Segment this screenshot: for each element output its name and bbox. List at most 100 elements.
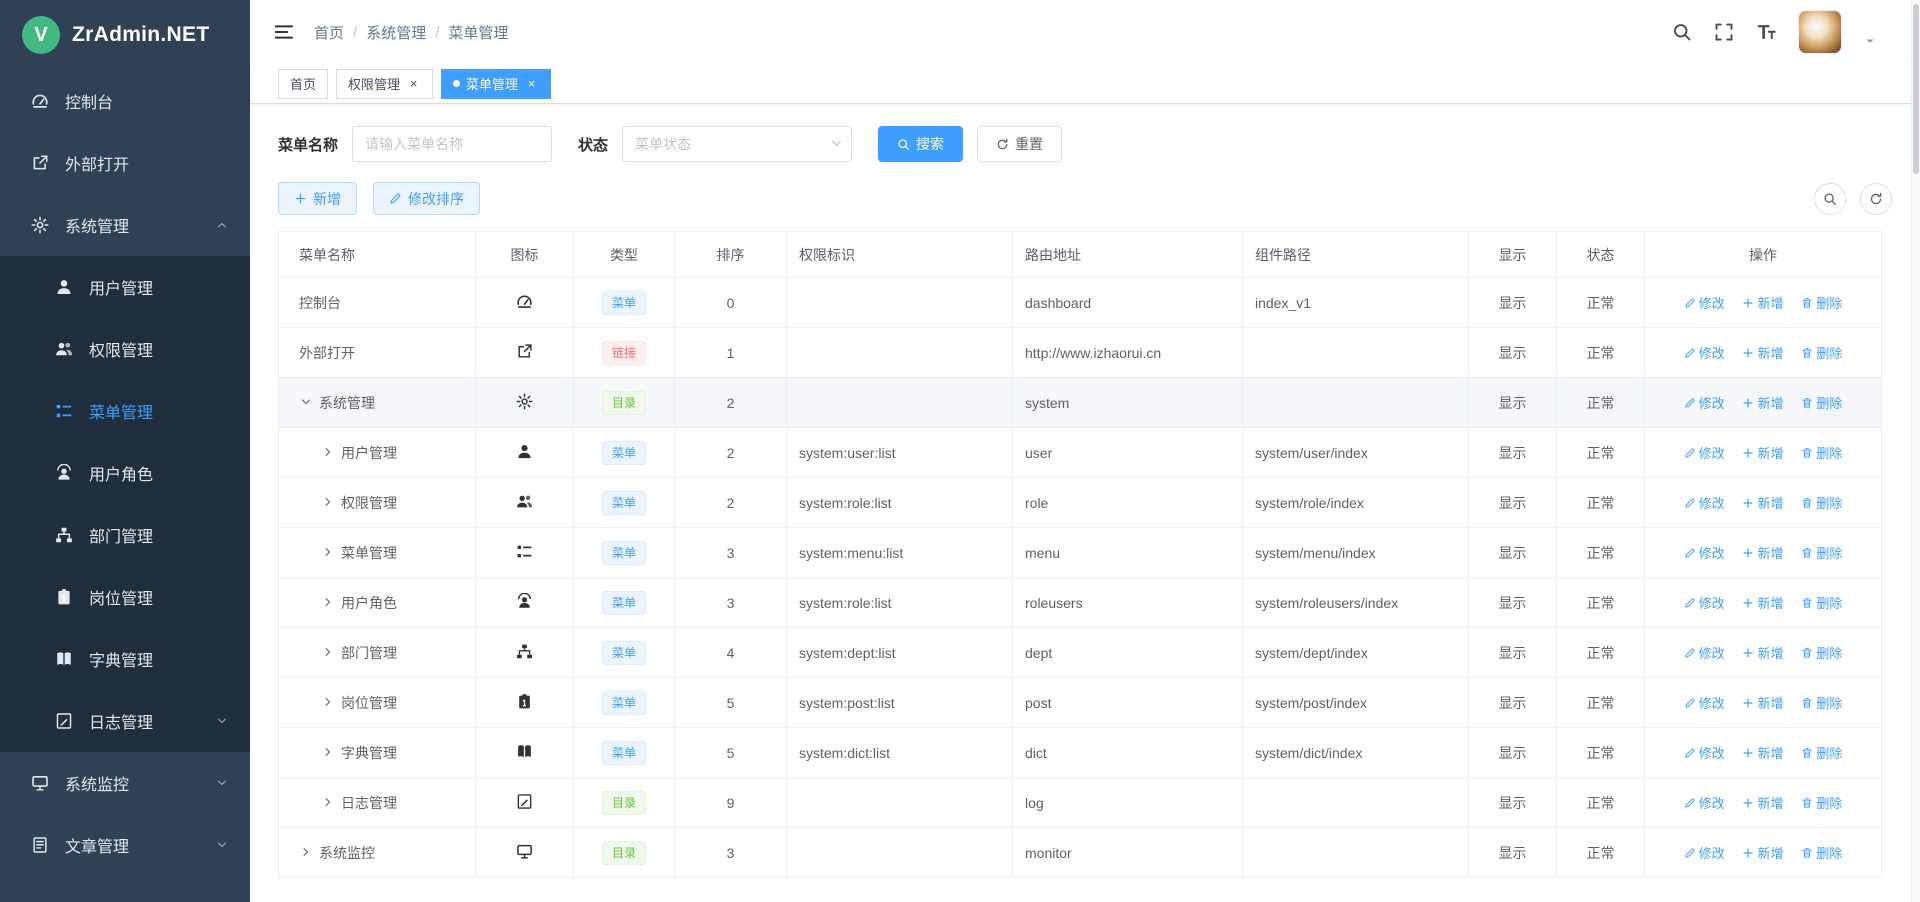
sidebar-item[interactable]: 控制台 — [0, 70, 250, 132]
delete-link[interactable]: 删除 — [1801, 343, 1842, 362]
sidebar-toggle-button[interactable] — [274, 22, 294, 42]
breadcrumb-item[interactable]: 菜单管理 — [448, 22, 508, 43]
user-avatar[interactable] — [1798, 10, 1842, 54]
tree-toggle-icon[interactable] — [299, 846, 313, 858]
component-value — [1243, 828, 1469, 878]
sidebar-item[interactable]: 岗位管理 — [0, 566, 250, 628]
add-button[interactable]: 新增 — [278, 182, 357, 215]
status-select-input[interactable] — [622, 126, 852, 162]
edit-link[interactable]: 修改 — [1684, 593, 1725, 612]
sidebar-item-label: 权限管理 — [89, 337, 153, 361]
sidebar-item[interactable]: 用户角色 — [0, 442, 250, 504]
add-link[interactable]: 新增 — [1742, 843, 1783, 862]
fullscreen-icon[interactable] — [1714, 22, 1734, 42]
delete-link[interactable]: 删除 — [1801, 543, 1842, 562]
delete-link[interactable]: 删除 — [1801, 593, 1842, 612]
sidebar-item[interactable]: 系统管理 — [0, 194, 250, 256]
scrollbar-thumb[interactable] — [1913, 4, 1919, 174]
add-link[interactable]: 新增 — [1742, 393, 1783, 412]
font-size-icon[interactable] — [1756, 22, 1776, 42]
route-value: monitor — [1013, 828, 1243, 878]
delete-link[interactable]: 删除 — [1801, 743, 1842, 762]
user-menu-caret-icon[interactable] — [1864, 35, 1876, 47]
add-link[interactable]: 新增 — [1742, 493, 1783, 512]
add-link[interactable]: 新增 — [1742, 793, 1783, 812]
show-search-button[interactable] — [1814, 183, 1846, 215]
edit-link[interactable]: 修改 — [1684, 543, 1725, 562]
breadcrumb-item[interactable]: 首页 — [314, 22, 344, 43]
tab[interactable]: 首页 — [278, 69, 328, 99]
add-link[interactable]: 新增 — [1742, 743, 1783, 762]
sidebar-item[interactable]: 部门管理 — [0, 504, 250, 566]
edit-link[interactable]: 修改 — [1684, 493, 1725, 512]
status-value: 正常 — [1557, 678, 1645, 728]
type-badge: 目录 — [602, 791, 646, 815]
add-link[interactable]: 新增 — [1742, 543, 1783, 562]
add-link[interactable]: 新增 — [1742, 693, 1783, 712]
delete-link[interactable]: 删除 — [1801, 693, 1842, 712]
delete-link[interactable]: 删除 — [1801, 643, 1842, 662]
delete-link[interactable]: 删除 — [1801, 793, 1842, 812]
status-select[interactable] — [622, 126, 852, 162]
tab[interactable]: 菜单管理 × — [441, 69, 551, 99]
sidebar-item[interactable]: 系统监控 — [0, 752, 250, 814]
row-actions: 修改 新增 删除 — [1645, 678, 1882, 728]
edit-link[interactable]: 修改 — [1684, 843, 1725, 862]
add-link[interactable]: 新增 — [1742, 643, 1783, 662]
row-actions: 修改 新增 删除 — [1645, 778, 1882, 828]
edit-link[interactable]: 修改 — [1684, 393, 1725, 412]
edit-link[interactable]: 修改 — [1684, 693, 1725, 712]
type-badge: 目录 — [602, 391, 646, 415]
edit-link[interactable]: 修改 — [1684, 293, 1725, 312]
tree-toggle-icon[interactable] — [321, 596, 335, 608]
sidebar-item[interactable]: 权限管理 — [0, 318, 250, 380]
table-row: 日志管理 目录 9 log 显示 正常 修改 — [279, 778, 1882, 828]
refresh-table-button[interactable] — [1860, 183, 1892, 215]
edit-link[interactable]: 修改 — [1684, 443, 1725, 462]
delete-link[interactable]: 删除 — [1801, 493, 1842, 512]
breadcrumb-separator: / — [435, 24, 439, 41]
sort-value: 3 — [675, 528, 787, 578]
sidebar-item[interactable]: 用户管理 — [0, 256, 250, 318]
modify-sort-button[interactable]: 修改排序 — [373, 182, 480, 215]
tree-toggle-icon[interactable] — [321, 546, 335, 558]
tab[interactable]: 权限管理 × — [336, 69, 433, 99]
add-link[interactable]: 新增 — [1742, 443, 1783, 462]
sidebar-item[interactable]: 文章管理 — [0, 814, 250, 876]
breadcrumb: 首页 / 系统管理 / 菜单管理 — [314, 22, 508, 43]
search-icon[interactable] — [1672, 22, 1692, 42]
tree-toggle-icon[interactable] — [321, 796, 335, 808]
edit-link[interactable]: 修改 — [1684, 743, 1725, 762]
tree-toggle-icon[interactable] — [321, 446, 335, 458]
reset-button[interactable]: 重置 — [977, 126, 1062, 162]
menu-name-input[interactable] — [352, 126, 552, 162]
tab-close-icon[interactable]: × — [406, 76, 421, 91]
sidebar-item[interactable]: 字典管理 — [0, 628, 250, 690]
edit-link[interactable]: 修改 — [1684, 643, 1725, 662]
add-link[interactable]: 新增 — [1742, 593, 1783, 612]
tree-toggle-icon[interactable] — [321, 646, 335, 658]
tree-toggle-icon[interactable] — [321, 696, 335, 708]
breadcrumb-item[interactable]: 系统管理 — [366, 22, 426, 43]
delete-link[interactable]: 删除 — [1801, 393, 1842, 412]
sidebar-item[interactable]: 日志管理 — [0, 690, 250, 752]
tree-toggle-icon[interactable] — [321, 746, 335, 758]
sidebar-item[interactable]: 外部打开 — [0, 132, 250, 194]
tree-toggle-icon[interactable] — [321, 496, 335, 508]
tree-toggle-icon[interactable] — [299, 396, 313, 408]
type-badge: 菜单 — [602, 641, 646, 665]
delete-link[interactable]: 删除 — [1801, 843, 1842, 862]
edit-icon — [389, 192, 402, 205]
search-button[interactable]: 搜索 — [878, 126, 963, 162]
delete-link[interactable]: 删除 — [1801, 293, 1842, 312]
tab-close-icon[interactable]: × — [524, 76, 539, 91]
add-link[interactable]: 新增 — [1742, 293, 1783, 312]
page-scrollbar[interactable] — [1911, 0, 1920, 902]
user-icon — [516, 443, 533, 460]
sidebar-item[interactable]: 菜单管理 — [0, 380, 250, 442]
delete-link[interactable]: 删除 — [1801, 443, 1842, 462]
edit-link[interactable]: 修改 — [1684, 793, 1725, 812]
edit-link[interactable]: 修改 — [1684, 343, 1725, 362]
menu-name: 字典管理 — [341, 745, 397, 761]
add-link[interactable]: 新增 — [1742, 343, 1783, 362]
